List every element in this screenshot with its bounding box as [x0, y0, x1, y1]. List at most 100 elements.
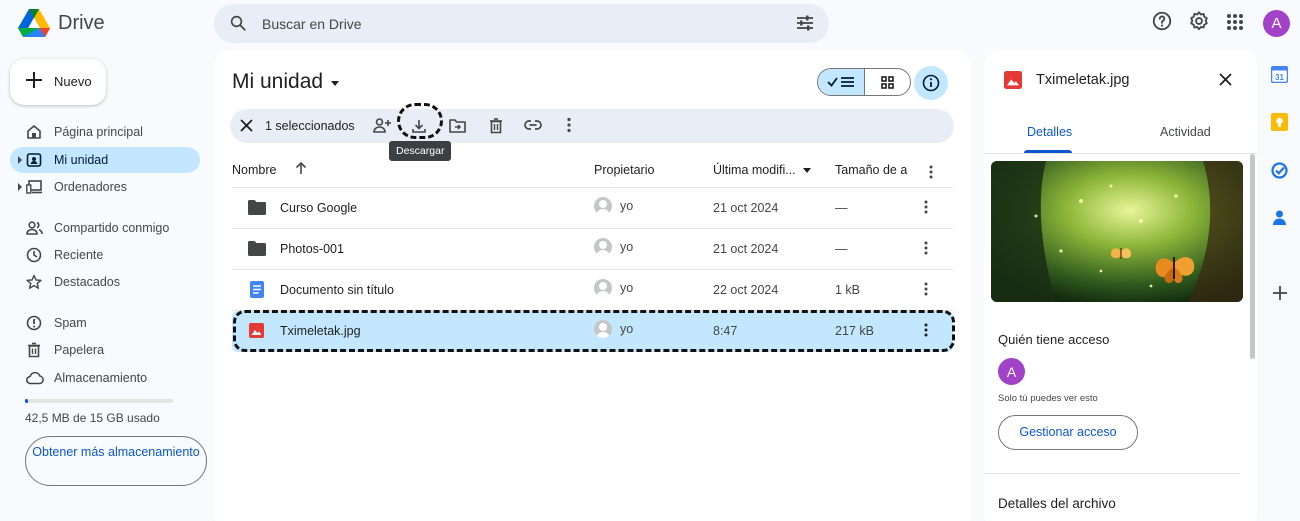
clear-selection-close-icon[interactable]	[239, 118, 254, 133]
get-more-storage-button[interactable]: Obtener más almacenamiento	[25, 436, 207, 486]
drive-logo[interactable]: Drive	[18, 9, 105, 37]
sort-dropdown-icon[interactable]	[803, 168, 811, 173]
add-app-plus-icon[interactable]	[1272, 285, 1288, 301]
sidebar-item-home[interactable]: Página principal	[10, 119, 200, 145]
sidebar-item-label: Destacados	[54, 275, 121, 289]
row-more-kebab-icon[interactable]	[924, 282, 928, 296]
row-more-kebab-icon[interactable]	[924, 241, 928, 255]
plus-icon	[25, 71, 43, 89]
home-icon	[26, 124, 42, 140]
folder-icon	[248, 200, 266, 215]
table-row[interactable]: Photos-001 yo 21 oct 2024 —	[232, 229, 953, 270]
file-name: Documento sin título	[280, 283, 394, 297]
sidebar-item-computers[interactable]: Ordenadores	[10, 174, 200, 200]
file-size: 1 kB	[835, 283, 861, 297]
new-button-label: Nuevo	[54, 74, 92, 89]
keep-app-icon[interactable]	[1271, 113, 1288, 131]
info-icon	[922, 74, 940, 92]
selection-count: 1 seleccionados	[265, 119, 355, 133]
access-user-avatar[interactable]: A	[998, 358, 1025, 385]
details-scrollbar[interactable]	[1250, 154, 1255, 359]
access-note: Solo tú puedes ver esto	[998, 393, 1098, 404]
search-icon[interactable]	[229, 14, 247, 32]
calendar-app-icon[interactable]: 31	[1271, 66, 1288, 83]
image-preview[interactable]	[991, 161, 1243, 302]
search-options-icon[interactable]	[795, 14, 815, 32]
owner-name: yo	[620, 240, 634, 254]
table-header: Nombre Propietario Última modifi... Tama…	[232, 160, 953, 188]
check-list-icon	[827, 77, 854, 87]
details-panel: Tximeletak.jpg Detalles Actividad Quién …	[984, 50, 1257, 521]
search-input[interactable]: Buscar en Drive	[262, 16, 362, 32]
sidebar-item-label: Compartido conmigo	[54, 221, 170, 235]
list-view-button[interactable]	[818, 69, 865, 95]
account-avatar[interactable]: A	[1263, 10, 1290, 37]
apps-grid-icon[interactable]	[1226, 13, 1244, 31]
row-more-kebab-icon[interactable]	[924, 200, 928, 214]
tab-activity[interactable]: Actividad	[1160, 125, 1211, 139]
move-to-folder-icon[interactable]	[449, 118, 466, 133]
download-highlight-outline	[397, 103, 443, 139]
sidebar-item-trash[interactable]: Papelera	[10, 337, 200, 363]
app-name: Drive	[58, 11, 105, 34]
column-header-modified[interactable]: Última modifi...	[713, 163, 796, 177]
expand-caret-icon[interactable]	[18, 183, 22, 191]
sidebar-item-label: Ordenadores	[54, 180, 127, 194]
sidebar-item-label: Almacenamiento	[54, 371, 148, 385]
column-header-owner[interactable]: Propietario	[594, 163, 654, 177]
grid-view-button[interactable]	[865, 69, 911, 95]
close-details-icon[interactable]	[1218, 72, 1233, 87]
clock-icon	[26, 247, 42, 263]
expand-caret-icon[interactable]	[18, 156, 22, 164]
sidebar-item-starred[interactable]: Destacados	[10, 269, 200, 295]
sidebar-item-label: Página principal	[54, 125, 143, 139]
view-toggle[interactable]	[817, 68, 911, 96]
contacts-app-icon[interactable]	[1271, 209, 1288, 226]
share-add-person-icon[interactable]	[373, 117, 392, 134]
file-name: Curso Google	[280, 201, 358, 215]
sidebar-item-recent[interactable]: Reciente	[10, 242, 200, 268]
column-header-name[interactable]: Nombre	[232, 163, 276, 177]
sidebar-item-label: Papelera	[54, 343, 105, 357]
svg-text:31: 31	[1275, 73, 1284, 82]
settings-gear-icon[interactable]	[1188, 10, 1210, 32]
file-details-section-title: Detalles del archivo	[998, 496, 1116, 511]
copy-link-icon[interactable]	[524, 119, 542, 131]
main-panel: Mi unidad 1 seleccionados Descargar Nomb…	[214, 50, 971, 521]
delete-trash-icon[interactable]	[488, 117, 504, 134]
column-header-size[interactable]: Tamaño de a	[835, 163, 907, 177]
sidebar-item-my-drive[interactable]: Mi unidad	[10, 147, 200, 173]
details-info-button[interactable]	[914, 66, 948, 100]
file-size: —	[835, 242, 848, 256]
shared-people-icon	[26, 220, 43, 236]
owner-avatar	[594, 279, 612, 297]
new-button[interactable]: Nuevo	[10, 59, 106, 105]
google-doc-icon	[250, 281, 264, 298]
column-options-kebab-icon[interactable]	[929, 165, 933, 179]
table-row[interactable]: Documento sin título yo 22 oct 2024 1 kB	[232, 270, 953, 311]
star-icon	[26, 274, 42, 290]
download-tooltip: Descargar	[389, 141, 452, 161]
more-actions-kebab-icon[interactable]	[567, 117, 571, 133]
sidebar-item-shared[interactable]: Compartido conmigo	[10, 215, 200, 241]
section-divider	[984, 473, 1240, 474]
drive-logo-icon	[18, 9, 50, 37]
sidebar-item-spam[interactable]: Spam	[10, 310, 200, 336]
sidebar-item-storage[interactable]: Almacenamiento	[10, 365, 200, 391]
sidebar-item-label: Mi unidad	[54, 153, 109, 167]
storage-usage-bar	[25, 399, 173, 403]
help-icon[interactable]	[1151, 10, 1173, 32]
owner-cell: yo	[594, 238, 633, 256]
owner-name: yo	[620, 199, 634, 213]
tab-details[interactable]: Detalles	[1027, 125, 1072, 139]
search-bar[interactable]: Buscar en Drive	[214, 4, 829, 43]
owner-avatar	[594, 197, 612, 215]
grid-icon	[880, 75, 894, 89]
file-name: Photos-001	[280, 242, 344, 256]
tasks-app-icon[interactable]	[1271, 162, 1288, 179]
manage-access-button[interactable]: Gestionar acceso	[998, 415, 1138, 450]
sort-arrow-up-icon[interactable]	[295, 161, 307, 175]
page-title[interactable]: Mi unidad	[232, 70, 340, 94]
owner-cell: yo	[594, 197, 633, 215]
table-row[interactable]: Curso Google yo 21 oct 2024 —	[232, 188, 953, 229]
